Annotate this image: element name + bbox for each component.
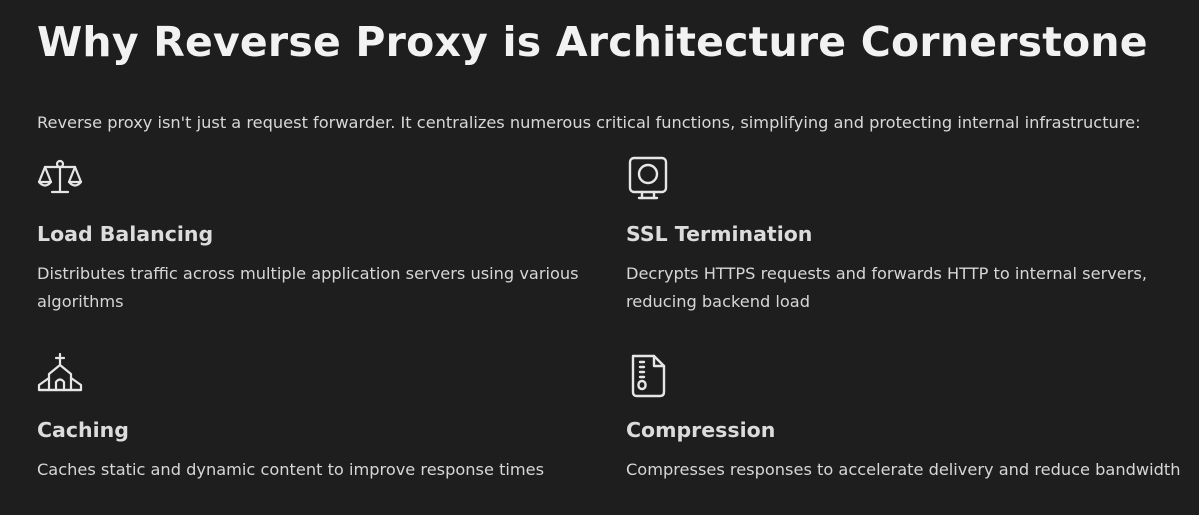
intro-text: Reverse proxy isn't just a request forwa…	[37, 113, 1141, 132]
feature-description: Compresses responses to accelerate deliv…	[626, 460, 1181, 479]
feature-title: Load Balancing	[37, 222, 214, 246]
feature-description: Caches static and dynamic content to imp…	[37, 460, 545, 479]
feature-title: SSL Termination	[626, 222, 813, 246]
feature-description: Distributes traffic across multiple appl…	[37, 264, 579, 311]
page-title: Why Reverse Proxy is Architecture Corner…	[37, 18, 1148, 66]
compressed-file-icon	[626, 352, 672, 398]
feature-title: Compression	[626, 418, 776, 442]
ssl-lock-icon	[626, 156, 672, 202]
feature-title: Caching	[37, 418, 129, 442]
feature-description: Decrypts HTTPS requests and forwards HTT…	[626, 264, 1148, 311]
scale-icon	[37, 156, 83, 202]
building-icon	[37, 352, 83, 398]
